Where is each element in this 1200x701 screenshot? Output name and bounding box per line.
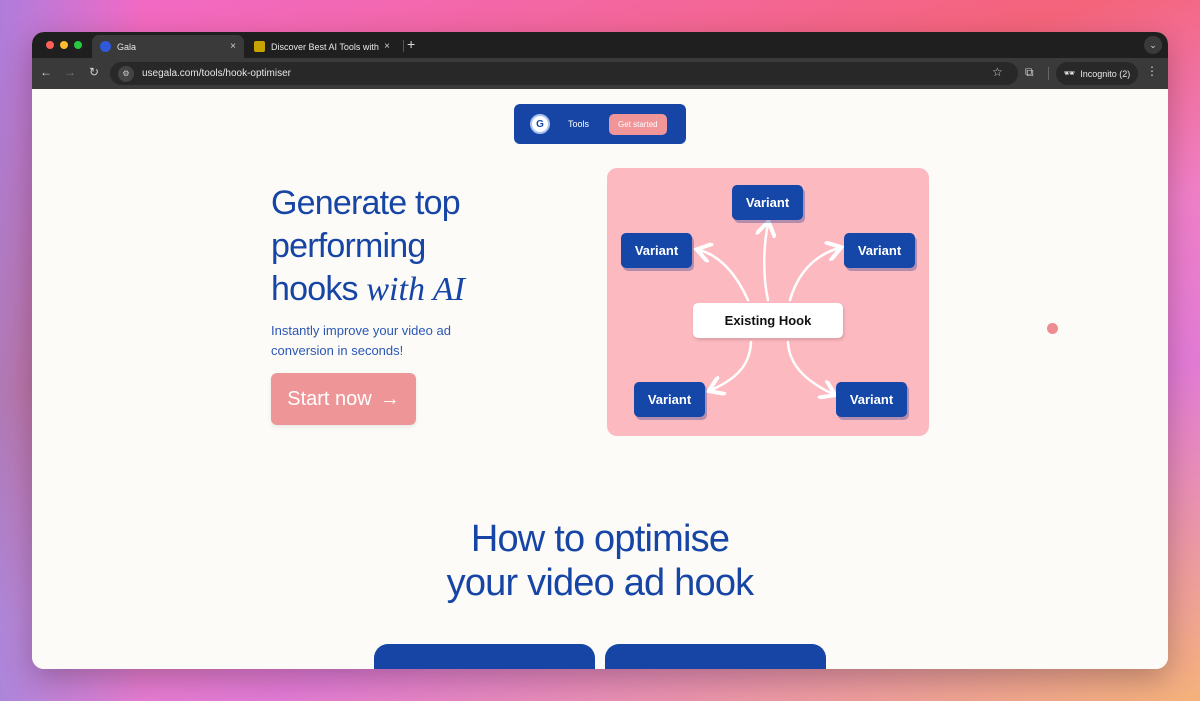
hero-title-line2: performing — [271, 227, 426, 265]
hero-title-line1: Generate top — [271, 184, 461, 222]
incognito-button[interactable]: 🕶 Incognito (2) — [1056, 62, 1138, 85]
browser-menu-icon[interactable]: ⋮ — [1146, 64, 1158, 78]
tab-bar: Gala × Discover Best AI Tools with AI × … — [32, 32, 1168, 58]
browser-toolbar: ← → ↻ ⚙ usegala.com/tools/hook-optimiser… — [32, 58, 1168, 89]
hero-title-plain: hooks — [271, 270, 367, 308]
new-tab-button[interactable]: + — [407, 36, 415, 52]
variant-box-right: Variant — [844, 233, 915, 268]
variant-box-left: Variant — [621, 233, 692, 268]
tab-title: Discover Best AI Tools with AI — [271, 41, 381, 52]
tab-discover-ai-tools[interactable]: Discover Best AI Tools with AI × — [246, 35, 398, 58]
nav-tools-link[interactable]: Tools — [568, 119, 589, 129]
start-now-button[interactable]: Start now → — [271, 373, 416, 425]
decorative-dot — [1047, 323, 1058, 334]
how-to-line2: your video ad hook — [446, 562, 755, 604]
hero-title-italic: with AI — [366, 271, 465, 308]
gala-logo-icon[interactable]: G — [530, 114, 550, 134]
page-content: G Tools Get started Generate top perform… — [32, 89, 1168, 669]
get-started-button[interactable]: Get started — [609, 113, 667, 135]
toolbar-separator — [1048, 67, 1049, 80]
address-bar[interactable]: ⚙ usegala.com/tools/hook-optimiser — [110, 62, 1018, 85]
browser-window: Gala × Discover Best AI Tools with AI × … — [32, 32, 1168, 669]
site-settings-icon[interactable]: ⚙ — [118, 65, 134, 82]
hook-variants-diagram: Variant Variant Variant Existing Hook Va… — [607, 168, 929, 436]
variant-box-top: Variant — [732, 185, 803, 220]
arrow-to-top-variant — [764, 224, 768, 302]
tab-close-icon[interactable]: × — [384, 41, 390, 52]
arrow-to-bottom-left-variant — [711, 340, 753, 390]
arrow-to-right-variant — [788, 248, 839, 302]
arrow-to-bottom-right-variant — [786, 340, 833, 394]
existing-hook-box: Existing Hook — [693, 303, 843, 338]
maximize-window-button[interactable] — [74, 41, 82, 49]
step-card-2 — [605, 644, 826, 669]
url-text[interactable]: usegala.com/tools/hook-optimiser — [142, 68, 291, 79]
close-window-button[interactable] — [46, 41, 54, 49]
variant-box-bottom-left: Variant — [634, 382, 705, 417]
tab-search-chevron-icon[interactable]: ⌄ — [1144, 36, 1162, 54]
hero-subtitle: Instantly improve your video ad conversi… — [271, 323, 451, 358]
tab-title: Gala — [117, 41, 137, 52]
tab-close-icon[interactable]: × — [230, 41, 236, 52]
start-now-label: Start now — [287, 387, 372, 410]
arrow-to-left-variant — [699, 250, 750, 302]
step-card-1 — [374, 644, 595, 669]
window-controls — [46, 41, 82, 49]
how-to-line1: How to optimise — [470, 518, 730, 560]
incognito-icon: 🕶 — [1063, 68, 1076, 78]
forward-arrow-icon[interactable]: → — [62, 65, 78, 79]
tab-separator — [403, 40, 404, 52]
incognito-label: Incognito (2) — [1080, 68, 1131, 79]
site-navbar: G Tools Get started — [514, 104, 686, 144]
extensions-puzzle-icon[interactable]: ⧉ — [1025, 65, 1034, 80]
back-arrow-icon[interactable]: ← — [38, 65, 54, 79]
how-to-heading: How to optimise your video ad hook — [350, 517, 850, 605]
minimize-window-button[interactable] — [60, 41, 68, 49]
reload-icon[interactable]: ↻ — [86, 65, 102, 79]
arrow-right-icon: → — [379, 387, 400, 410]
gala-favicon-icon — [100, 41, 111, 52]
variant-box-bottom-right: Variant — [836, 382, 907, 417]
hero-title-line3: hooks with AI — [271, 268, 511, 311]
ai-tools-favicon-icon — [254, 41, 265, 52]
hero-title: Generate top performing hooks with AI — [271, 182, 511, 311]
tab-gala[interactable]: Gala × — [92, 35, 244, 58]
bookmark-star-icon[interactable]: ☆ — [992, 65, 1003, 79]
